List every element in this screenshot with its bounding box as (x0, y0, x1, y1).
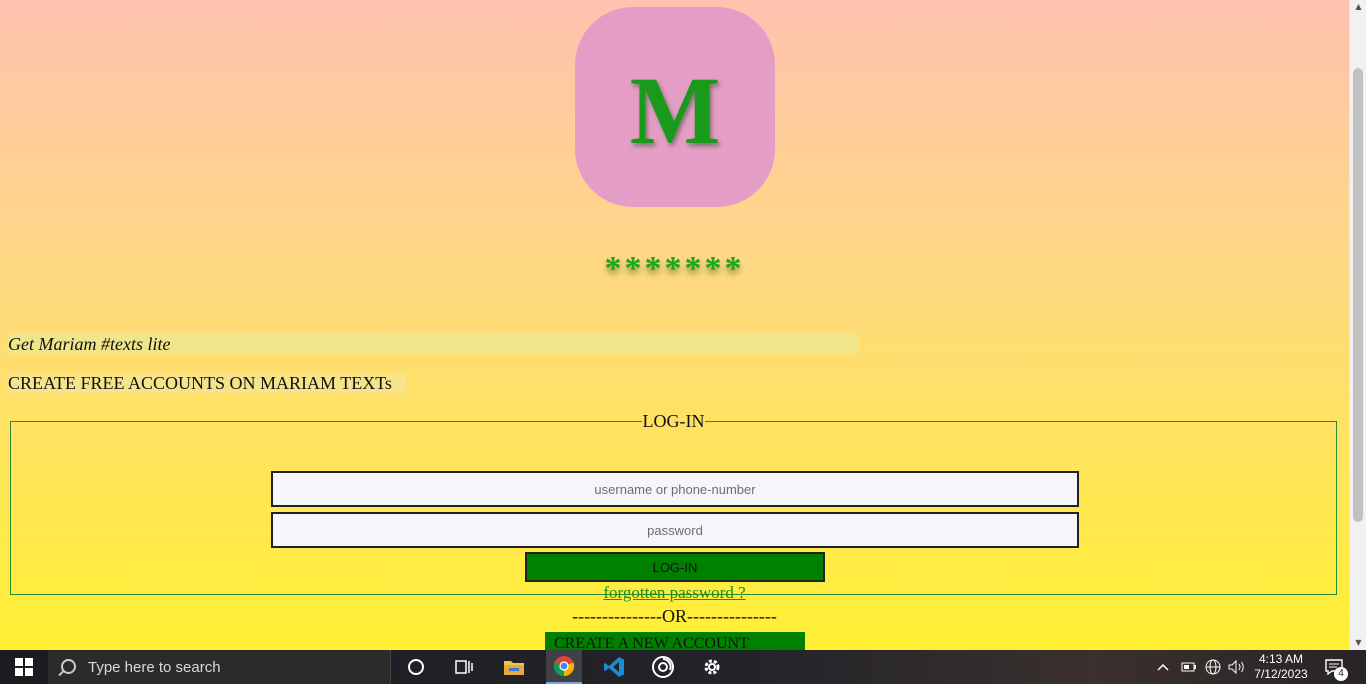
decorative-stars: ******* (604, 250, 745, 287)
file-explorer-icon[interactable] (496, 650, 532, 684)
cortana-icon[interactable] (398, 650, 434, 684)
login-form: LOG-IN LOG-IN forgotten password ? (10, 411, 1337, 602)
task-view-icon[interactable] (446, 650, 482, 684)
login-legend: LOG-IN (642, 411, 705, 431)
chevron-up-icon[interactable] (1157, 650, 1169, 684)
network-globe-icon[interactable] (1205, 650, 1221, 684)
settings-icon[interactable] (694, 650, 730, 684)
vertical-scrollbar[interactable]: ▲ ▼ (1349, 0, 1366, 650)
windows-logo-icon (15, 658, 33, 676)
windows-taskbar: Type here to search 4:13 AM 7/12/2023 4 (0, 650, 1366, 684)
search-icon (61, 659, 76, 674)
login-button[interactable]: LOG-IN (525, 552, 825, 582)
scroll-up-icon[interactable]: ▲ (1350, 0, 1366, 14)
scroll-down-icon[interactable]: ▼ (1350, 636, 1366, 650)
clock-date: 7/12/2023 (1254, 667, 1308, 681)
notification-count-badge: 4 (1334, 667, 1348, 681)
chrome-icon[interactable] (546, 650, 582, 684)
create-free-accounts-text: CREATE FREE ACCOUNTS ON MARIAM TEXTs (8, 373, 406, 393)
password-input[interactable] (271, 512, 1079, 548)
obs-icon[interactable] (645, 650, 681, 684)
tagline: Get Mariam #texts lite (8, 334, 858, 354)
system-clock[interactable]: 4:13 AM 7/12/2023 (1250, 650, 1312, 684)
start-button[interactable] (0, 650, 48, 684)
username-input[interactable] (271, 471, 1079, 507)
vscode-icon[interactable] (596, 650, 632, 684)
volume-icon[interactable] (1228, 650, 1246, 684)
browser-page: M ******* Get Mariam #texts lite CREATE … (0, 0, 1349, 650)
or-divider: ---------------OR--------------- (572, 606, 777, 626)
scrollbar-thumb[interactable] (1353, 68, 1363, 522)
forgot-password-link[interactable]: forgotten password ? (11, 583, 1338, 603)
taskbar-search-box[interactable]: Type here to search (48, 650, 391, 684)
notification-center-icon[interactable]: 4 (1325, 650, 1348, 684)
battery-icon[interactable] (1181, 650, 1197, 684)
search-placeholder: Type here to search (88, 659, 221, 676)
app-logo: M (575, 7, 775, 207)
clock-time: 4:13 AM (1258, 652, 1304, 666)
logo-letter: M (629, 56, 721, 164)
create-account-button[interactable]: CREATE A NEW ACCOUNT (545, 632, 805, 650)
